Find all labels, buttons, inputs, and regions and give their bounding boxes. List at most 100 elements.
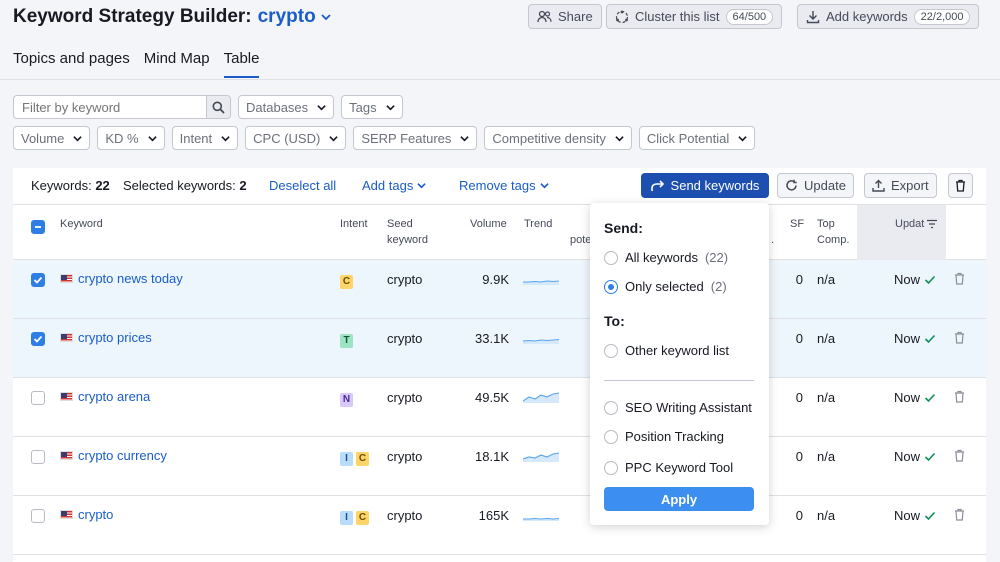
click-potential-dropdown[interactable]: Click Potential bbox=[638, 126, 756, 150]
chevron-down-icon bbox=[147, 135, 157, 141]
apply-button[interactable]: Apply bbox=[604, 487, 754, 511]
remove-tags-dropdown[interactable]: Remove tags bbox=[459, 178, 549, 193]
send-keywords-button[interactable]: Send keywords bbox=[641, 173, 769, 198]
ppc-keyword-radio[interactable] bbox=[604, 460, 618, 475]
add-count-badge: 22/2,000 bbox=[913, 8, 971, 25]
users-icon bbox=[537, 10, 552, 23]
export-button[interactable]: Export bbox=[864, 173, 937, 198]
col-seed-keyword[interactable]: Seed keyword bbox=[387, 216, 428, 248]
sf-cell: 0 bbox=[795, 331, 803, 346]
dropdown-label: Tags bbox=[349, 99, 377, 115]
databases-dropdown[interactable]: Databases bbox=[238, 95, 335, 119]
option-position-tracking[interactable]: Position Tracking bbox=[604, 429, 724, 444]
table-row: crypto news today C crypto 9.9K 0 n/a No… bbox=[13, 260, 986, 319]
row-checkbox[interactable] bbox=[31, 391, 45, 405]
delete-button[interactable] bbox=[948, 173, 973, 198]
intent-badge: T bbox=[340, 334, 353, 348]
row-checkbox[interactable] bbox=[31, 509, 45, 523]
filter-keyword-input[interactable] bbox=[13, 95, 206, 119]
update-button[interactable]: Update bbox=[777, 173, 854, 198]
chevron-down-icon bbox=[417, 183, 427, 189]
volume-dropdown[interactable]: Volume bbox=[13, 126, 91, 150]
tags-dropdown[interactable]: Tags bbox=[341, 95, 403, 119]
keywords-count-label: Keywords: bbox=[31, 178, 92, 193]
selected-count-label: Selected keywords: bbox=[123, 178, 236, 193]
col-intent[interactable]: Intent bbox=[340, 216, 368, 232]
intent-cell: IC bbox=[340, 508, 372, 525]
col-top-comp[interactable]: Top Comp. bbox=[817, 216, 849, 248]
col-seed-line1: Seed bbox=[387, 218, 413, 230]
keyword-link[interactable]: crypto currency bbox=[60, 448, 167, 463]
chevron-down-icon bbox=[615, 135, 624, 141]
trend-cell bbox=[523, 509, 560, 524]
other-list-radio[interactable] bbox=[604, 343, 618, 358]
keyword-link[interactable]: crypto arena bbox=[60, 389, 150, 404]
tab-mind-map[interactable]: Mind Map bbox=[144, 50, 210, 78]
competition-cell: n/a bbox=[817, 390, 836, 405]
row-delete-button[interactable] bbox=[954, 331, 965, 347]
volume-cell: 165K bbox=[478, 508, 509, 523]
row-delete-button[interactable] bbox=[954, 390, 965, 406]
intent-cell: T bbox=[340, 331, 356, 348]
updated-text: Now bbox=[894, 331, 921, 346]
row-delete-button[interactable] bbox=[954, 508, 965, 524]
search-button[interactable] bbox=[206, 95, 231, 119]
row-checkbox[interactable] bbox=[31, 332, 45, 346]
dropdown-label: SERP Features bbox=[361, 130, 452, 146]
seed-cell: crypto bbox=[387, 390, 423, 405]
table-header: Keyword Intent Seed keyword Volume Trend… bbox=[13, 205, 986, 260]
selected-count-value: 2 bbox=[239, 178, 247, 193]
option-other-keyword-list[interactable]: Other keyword list bbox=[604, 343, 729, 358]
kd-dropdown[interactable]: KD % bbox=[97, 126, 165, 150]
keyword-link[interactable]: crypto news today bbox=[60, 271, 183, 286]
option-ppc-keyword-tool[interactable]: PPC Keyword Tool bbox=[604, 460, 733, 475]
select-all-checkbox[interactable] bbox=[31, 220, 45, 234]
volume-cell: 18.1K bbox=[475, 449, 509, 464]
cluster-button[interactable]: Cluster this list 64/500 bbox=[606, 4, 783, 29]
seo-writing-radio[interactable] bbox=[604, 400, 618, 415]
position-tracking-radio[interactable] bbox=[604, 429, 618, 444]
tab-topics-and-pages[interactable]: Topics and pages bbox=[13, 50, 130, 78]
tab-table[interactable]: Table bbox=[223, 50, 260, 78]
option-all-keywords[interactable]: All keywords (22) bbox=[604, 250, 728, 265]
keyword-table-card: Keywords: 22 Selected keywords: 2 Desele… bbox=[13, 168, 986, 562]
keywords-count: Keywords: 22 bbox=[31, 178, 110, 193]
updated-cell: Now bbox=[894, 449, 936, 464]
cpc-dropdown[interactable]: CPC (USD) bbox=[245, 126, 347, 150]
keyword-link[interactable]: crypto bbox=[60, 507, 113, 522]
row-checkbox[interactable] bbox=[31, 450, 45, 464]
row-checkbox[interactable] bbox=[31, 273, 45, 287]
col-volume[interactable]: Volume bbox=[470, 216, 507, 232]
dropdown-label: Click Potential bbox=[646, 130, 730, 146]
serp-features-dropdown[interactable]: SERP Features bbox=[353, 126, 478, 150]
share-button[interactable]: Share bbox=[528, 4, 602, 29]
row-delete-button[interactable] bbox=[954, 272, 965, 288]
intent-dropdown[interactable]: Intent bbox=[171, 126, 239, 150]
option-only-selected[interactable]: Only selected (2) bbox=[604, 279, 727, 294]
all-keywords-label: All keywords bbox=[625, 250, 698, 265]
add-tags-dropdown[interactable]: Add tags bbox=[362, 178, 427, 193]
project-selector[interactable]: crypto bbox=[258, 6, 316, 28]
keyword-link[interactable]: crypto prices bbox=[60, 330, 152, 345]
seed-cell: crypto bbox=[387, 331, 423, 346]
sort-icon[interactable] bbox=[926, 219, 938, 229]
option-seo-writing-assistant[interactable]: SEO Writing Assistant bbox=[604, 400, 752, 415]
col-keyword[interactable]: Keyword bbox=[60, 216, 103, 232]
table-row: crypto arena N crypto 49.5K 0 n/a Now bbox=[13, 378, 986, 437]
add-keywords-button[interactable]: Add keywords 22/2,000 bbox=[797, 4, 980, 29]
table-row: crypto IC crypto 165K 0 n/a Now bbox=[13, 496, 986, 555]
col-updated[interactable]: Updat bbox=[895, 216, 938, 232]
col-kd[interactable]: . bbox=[771, 232, 774, 248]
intent-cell: N bbox=[340, 390, 356, 407]
col-sf[interactable]: SF bbox=[790, 216, 804, 232]
col-potential[interactable]: pote bbox=[570, 232, 591, 248]
row-delete-button[interactable] bbox=[954, 449, 965, 465]
competitive-density-dropdown[interactable]: Competitive density bbox=[484, 126, 632, 150]
check-icon bbox=[924, 511, 936, 520]
chevron-down-icon[interactable] bbox=[321, 12, 331, 22]
deselect-all-link[interactable]: Deselect all bbox=[269, 178, 336, 193]
all-keywords-radio[interactable] bbox=[604, 250, 618, 265]
chevron-down-icon bbox=[317, 104, 326, 110]
only-selected-radio[interactable] bbox=[604, 279, 618, 294]
col-trend[interactable]: Trend bbox=[524, 216, 552, 232]
